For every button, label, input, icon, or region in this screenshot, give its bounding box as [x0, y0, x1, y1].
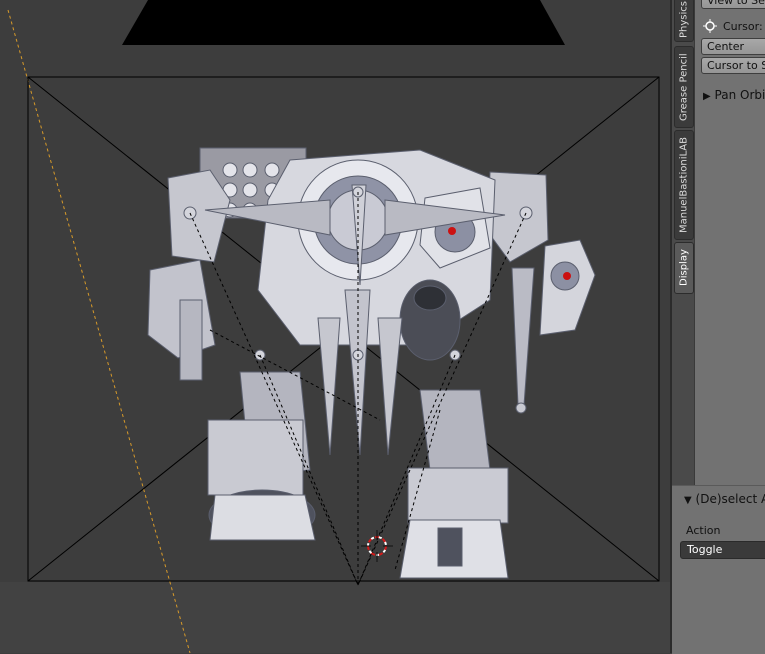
pan-orbit-label: Pan Orbit	[714, 88, 765, 102]
viewport-scene	[0, 0, 670, 653]
cursor-to-selected-button[interactable]: Cursor to Selected	[701, 57, 765, 74]
tab-display[interactable]: Display	[674, 242, 694, 294]
cursor-icon	[703, 19, 717, 33]
cursor-center-button[interactable]: Center	[701, 38, 765, 55]
action-select[interactable]: Toggle	[680, 541, 765, 559]
pan-orbit-panel-header[interactable]: ▶ Pan Orbit	[703, 88, 765, 102]
operator-redo-panel: ▼ (De)select All Action Toggle	[672, 485, 765, 654]
viewport-floor	[0, 582, 670, 653]
operator-panel-header[interactable]: ▼ (De)select All	[684, 492, 765, 506]
action-label: Action	[686, 524, 721, 537]
tab-label: Grease Pencil	[678, 53, 690, 121]
tab-manuelbastionilab[interactable]: ManuelBastioniLAB	[674, 130, 694, 240]
robot-model	[147, 147, 596, 579]
tab-label: Display	[678, 249, 690, 287]
3d-cursor-icon[interactable]	[361, 530, 393, 562]
3d-viewport[interactable]	[0, 0, 670, 653]
tab-label: ManuelBastioniLAB	[678, 137, 690, 233]
cursor-label: Cursor:	[723, 20, 763, 33]
operator-title: (De)select All	[695, 492, 765, 506]
triangle-right-icon: ▶	[703, 91, 711, 102]
tab-label: Physics	[678, 1, 690, 39]
view-to-selected-button[interactable]: View to Selected	[701, 0, 765, 9]
tab-physics[interactable]: Physics	[674, 0, 694, 42]
camera-top-shape	[122, 0, 565, 45]
triangle-down-icon: ▼	[684, 495, 692, 506]
tab-grease-pencil[interactable]: Grease Pencil	[674, 46, 694, 128]
